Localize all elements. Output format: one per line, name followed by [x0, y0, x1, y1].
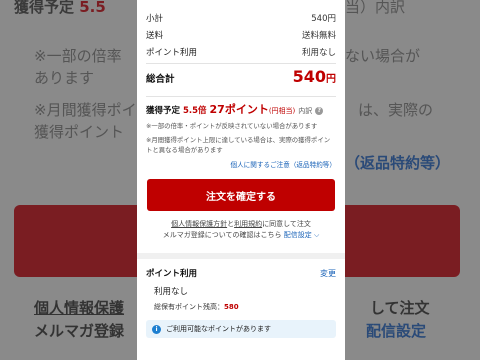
grand-total-label: 総合計: [146, 74, 175, 85]
point-usage-section: ポイント利用 変更 利用なし 総保有ポイント残高：580 i ご利用可能なポイン…: [137, 253, 345, 338]
grand-total-row: 総合計 540円: [146, 67, 336, 93]
confirm-order-button[interactable]: 注文を確定する: [147, 179, 335, 211]
point-usage-row: ポイント利用 利用なし: [146, 43, 336, 60]
bg-note-line: あります: [34, 69, 95, 87]
bg-note-line-right: は、実際の: [358, 101, 434, 119]
bg-consent-right: して注文: [370, 299, 430, 317]
earned-points-row: 獲得予定 5.5倍 27ポイント(円相当) 内訳 ?: [146, 101, 336, 117]
points-amount: 27ポイント: [209, 103, 269, 116]
monthly-cap-note: ※月間獲得ポイント上限に達している場合は、実際の獲得ポイントと異なる場合がありま…: [146, 136, 331, 154]
shipping-value: 送料無料: [301, 30, 336, 41]
bg-note-line-right: ない場合が: [345, 47, 421, 65]
subtotal-row: 小計 540円: [146, 9, 336, 26]
consent-text: 個人情報保護方針と利用規約に同意して注文 メルマガ登録についての確認はこちら 配…: [162, 220, 320, 239]
personal-notice-link[interactable]: 個人に関するご注意（返品特約等）: [146, 159, 337, 169]
divider: [146, 96, 336, 97]
chevron-down-icon: ⌵: [313, 231, 320, 239]
info-icon[interactable]: ?: [315, 106, 324, 115]
shipping-row: 送料 送料無料: [146, 26, 336, 43]
info-icon: i: [152, 324, 161, 334]
rate-note: ※一部の倍率・ポイントが反映されていない場合があります: [146, 122, 318, 130]
bg-note-line: 獲得ポイント: [34, 123, 125, 141]
bg-breakdown: 当）内訳: [345, 0, 406, 16]
delivery-settings-link[interactable]: 配信設定 ⌵: [284, 231, 320, 239]
subtotal-label: 小計: [146, 13, 164, 24]
bg-points-label: 獲得予定 5.5: [14, 0, 106, 16]
bg-settings: 配信設定: [366, 322, 427, 340]
bg-consent: 個人情報保護: [34, 299, 125, 317]
available-points-notice: i ご利用可能なポイントがあります: [146, 320, 336, 338]
point-usage-title: ポイント利用: [146, 269, 198, 279]
bg-link: （返品特約等）: [345, 154, 451, 172]
privacy-policy-link[interactable]: 個人情報保護方針: [171, 220, 227, 228]
point-balance: 総保有ポイント残高：580: [154, 303, 239, 311]
grand-total-value: 540円: [292, 67, 336, 86]
bg-note-line: ※月間獲得ポイ: [34, 101, 137, 119]
point-usage-edit-link[interactable]: 変更: [320, 268, 336, 279]
earned-points-label: 獲得予定: [146, 106, 181, 116]
bg-consent: メルマガ登録: [34, 322, 125, 340]
points-amount-note: (円相当): [268, 107, 296, 115]
bg-note-line: ※一部の倍率: [34, 47, 122, 65]
point-usage-current: 利用なし: [154, 287, 189, 297]
subtotal-value: 540円: [311, 13, 336, 24]
points-breakdown-link[interactable]: 内訳: [298, 107, 312, 115]
terms-link[interactable]: 利用規約: [234, 220, 262, 228]
point-usage-value: 利用なし: [301, 47, 336, 58]
order-summary-panel: 小計 540円 送料 送料無料 ポイント利用 利用なし 総合計 540円 獲得予…: [137, 0, 345, 360]
points-rate: 5.5倍: [182, 106, 207, 116]
available-points-notice-text: ご利用可能なポイントがあります: [166, 325, 271, 333]
shipping-label: 送料: [146, 30, 164, 41]
divider: [146, 63, 336, 64]
point-usage-label: ポイント利用: [146, 47, 198, 58]
